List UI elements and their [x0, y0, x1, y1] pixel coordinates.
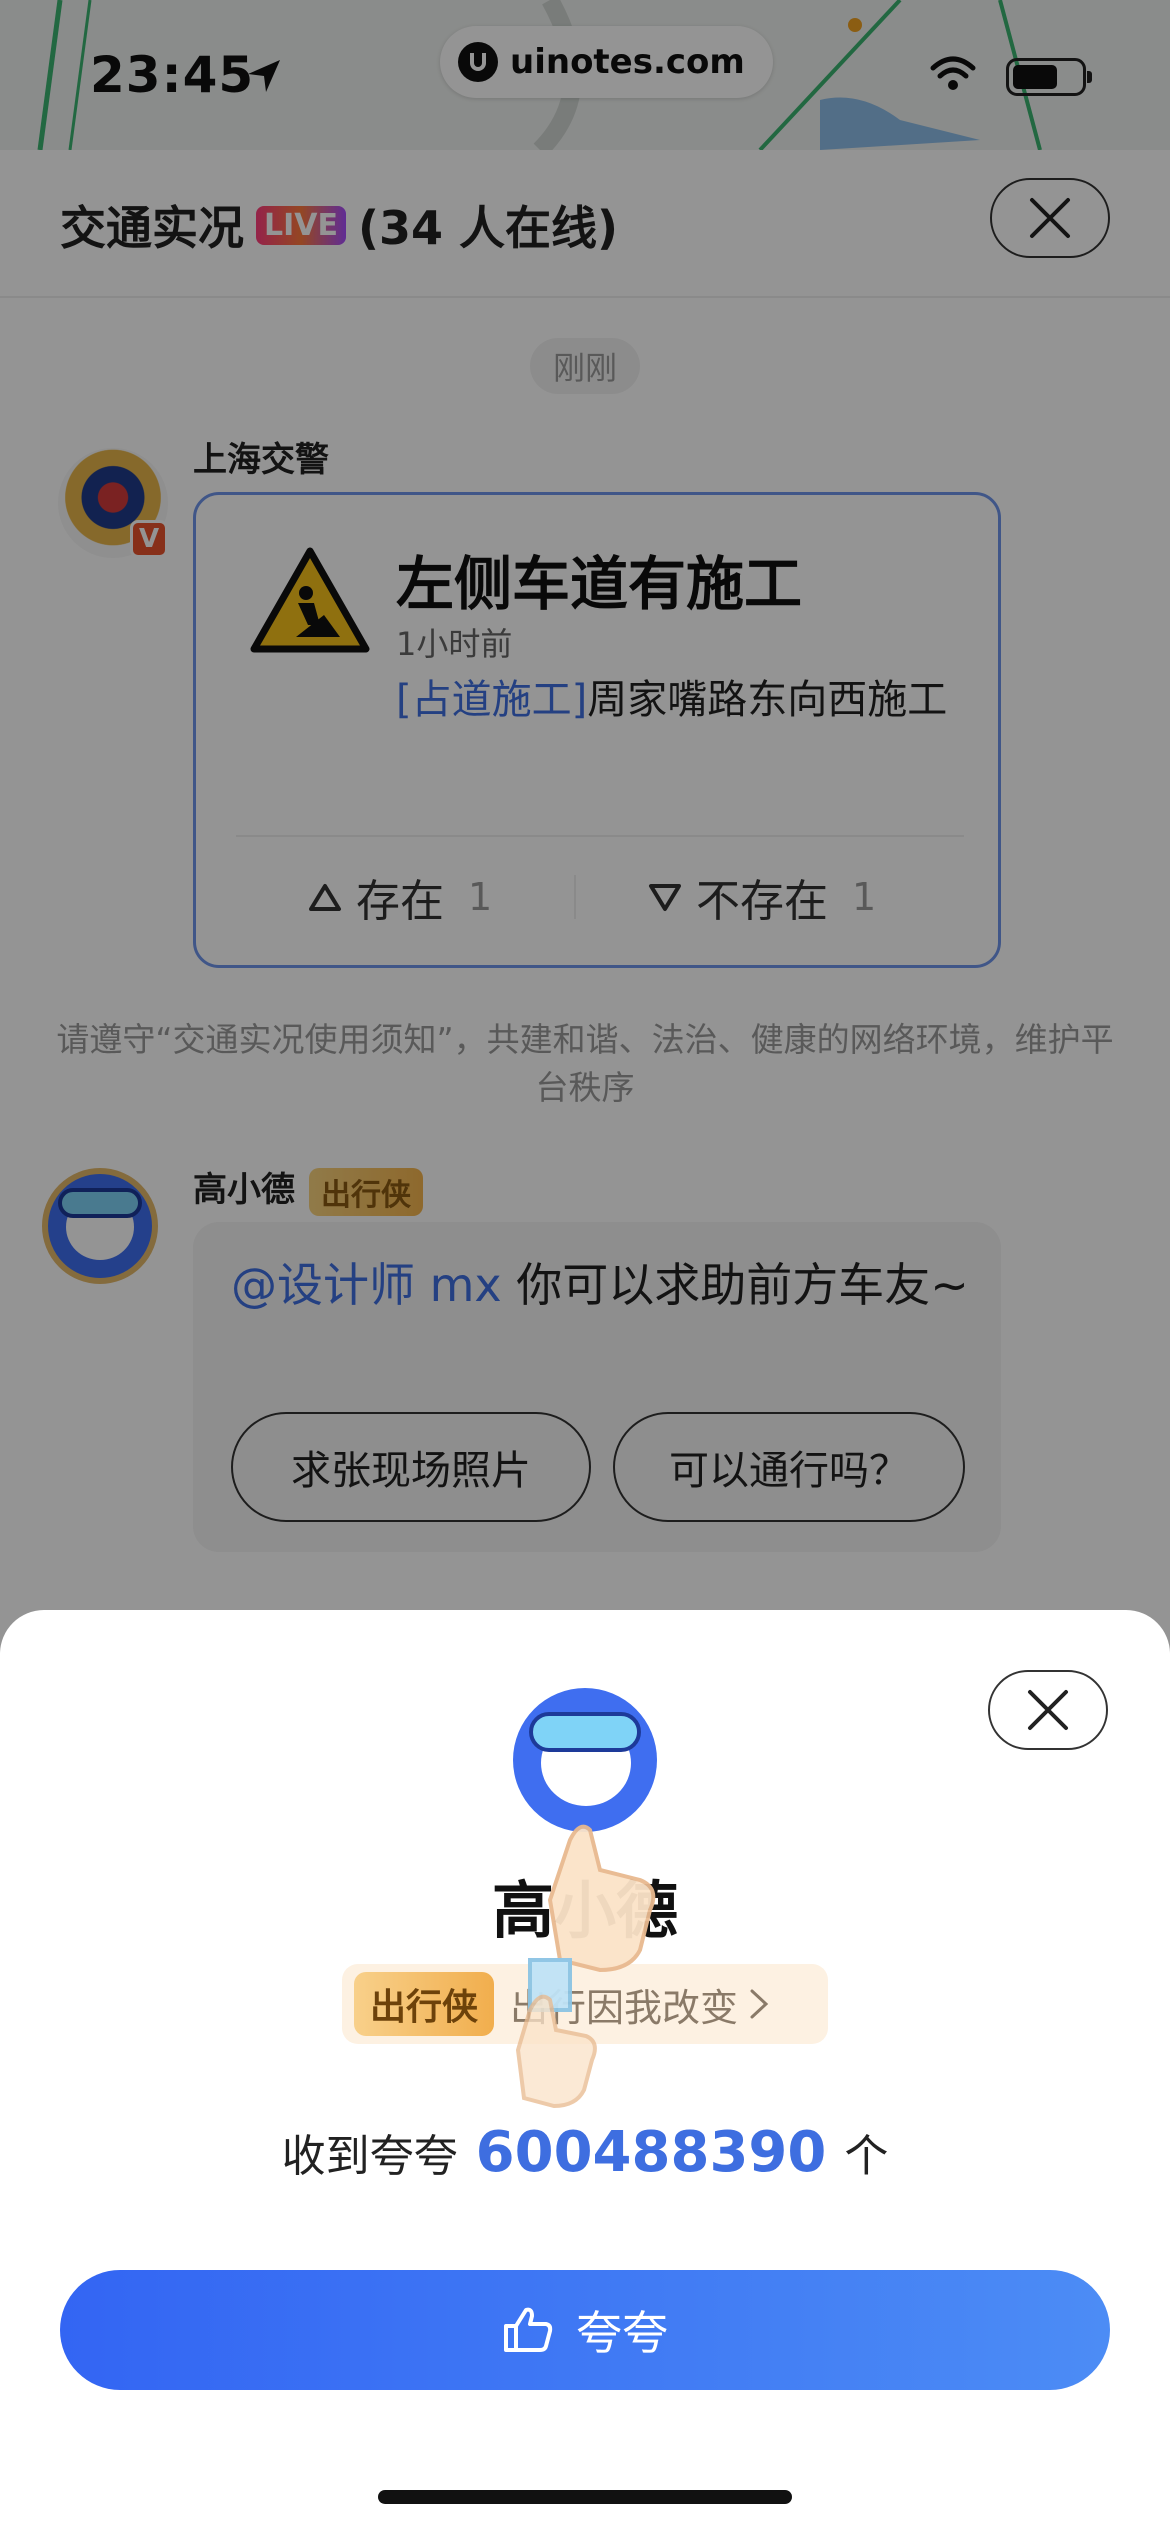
home-indicator — [378, 2490, 792, 2504]
profile-hero-badge: 出行侠 — [354, 1972, 495, 2036]
thumbs-up-icon — [504, 2307, 553, 2352]
chevron-right-icon — [750, 1989, 769, 2019]
praise-button[interactable]: 夸夸 — [60, 2270, 1110, 2390]
praise-button-label: 夸夸 — [576, 2306, 668, 2360]
thumbs-up-animation-icon — [490, 1810, 710, 2134]
praise-count-prefix: 收到夸夸 — [281, 2131, 458, 2182]
close-sheet-button[interactable] — [988, 1670, 1108, 1750]
close-icon — [1028, 1690, 1068, 1730]
praise-count-suffix: 个 — [844, 2131, 889, 2182]
